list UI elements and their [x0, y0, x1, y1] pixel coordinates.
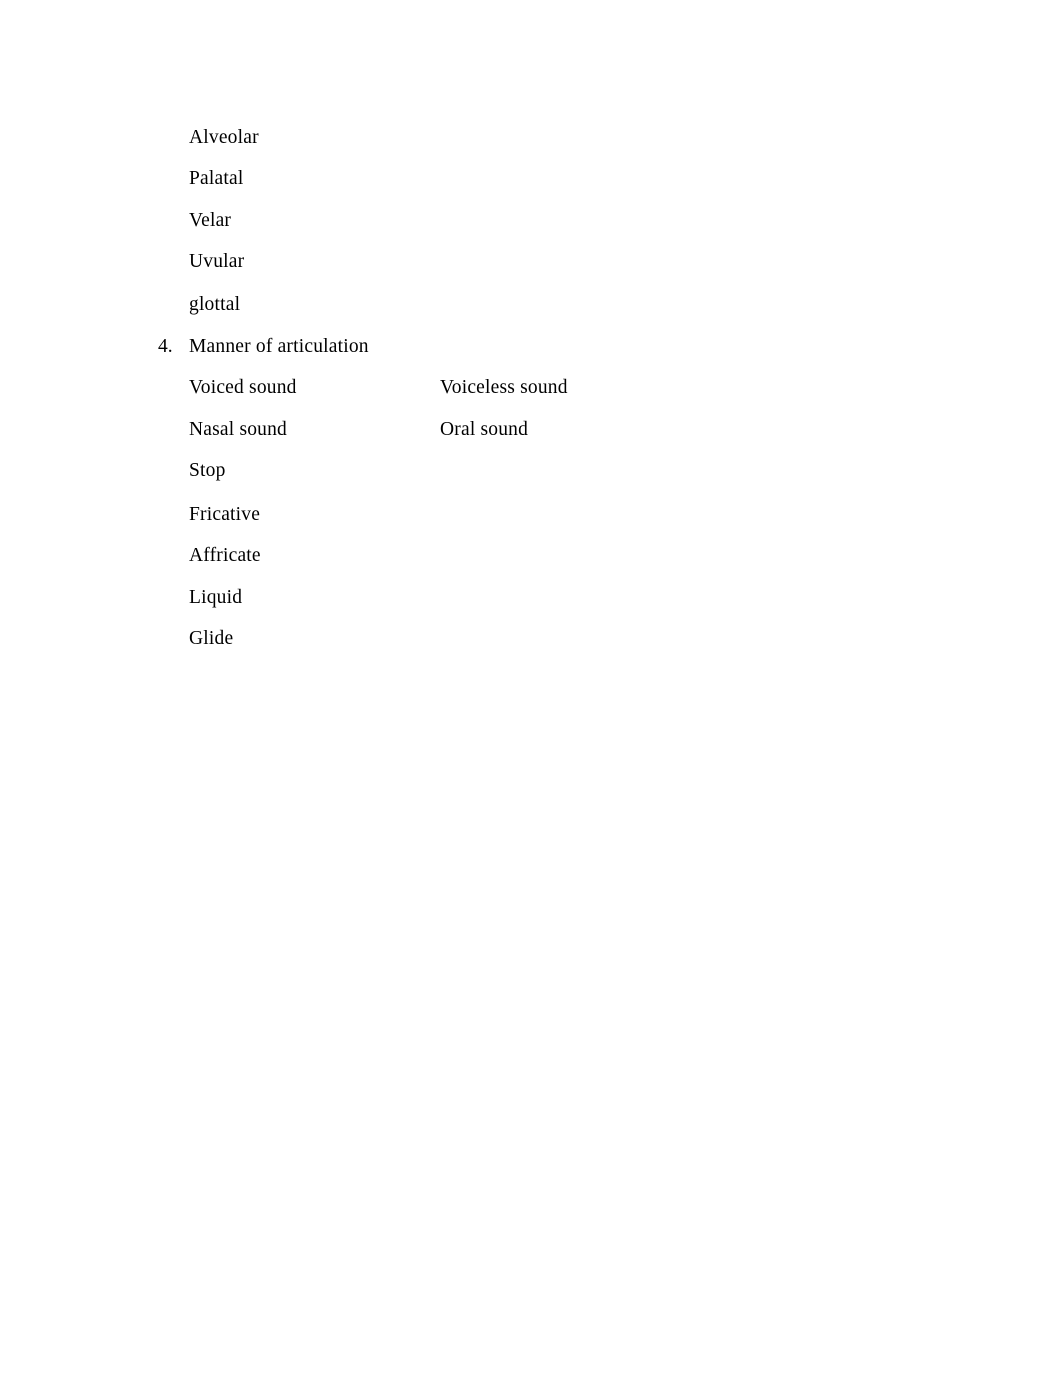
list-item-voiced-sound: Voiced sound — [189, 377, 297, 398]
list-item-fricative: Fricative — [189, 504, 261, 525]
list-item-alveolar: Alveolar — [189, 127, 259, 148]
list-item-liquid: Liquid — [189, 587, 243, 608]
list-item-voiceless-sound: Voiceless sound — [440, 377, 568, 398]
list-marker-4: 4. — [158, 336, 173, 357]
list-item-affricate: Affricate — [189, 545, 261, 566]
list-item-uvular: Uvular — [189, 251, 245, 272]
numbered-list-item-4: 4. Manner of articulation — [0, 335, 1062, 359]
list-item-glide: Glide — [189, 628, 234, 649]
list-item-palatal: Palatal — [189, 168, 244, 189]
list-item-nasal-sound: Nasal sound — [189, 419, 288, 440]
list-item-velar: Velar — [189, 210, 232, 231]
list-item-oral-sound: Oral sound — [440, 419, 529, 440]
list-item-glottal: glottal — [189, 294, 241, 315]
document-page: Alveolar Palatal Velar Uvular glottal 4.… — [0, 0, 1062, 1376]
list-item-stop: Stop — [189, 460, 226, 481]
heading-manner-of-articulation: Manner of articulation — [189, 336, 369, 357]
